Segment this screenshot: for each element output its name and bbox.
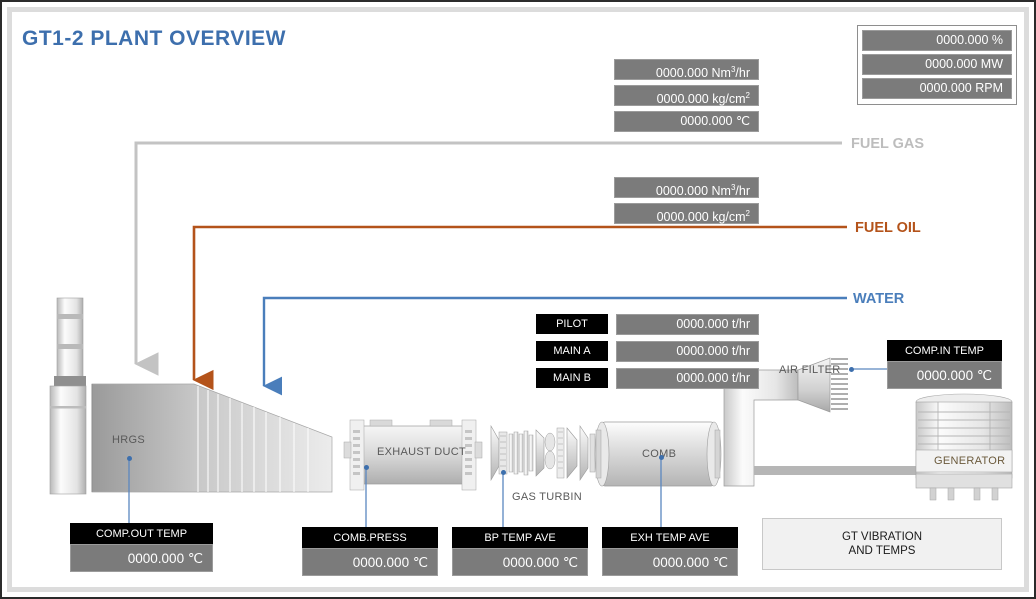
comp-out-temp-caption: COMP.OUT TEMP xyxy=(70,523,213,544)
bp-temp-ave-value: 0000.000 ℃ xyxy=(452,548,588,576)
comp-out-temp-value: 0000.000 ℃ xyxy=(70,544,213,572)
comb-tap-dot xyxy=(659,455,664,460)
meter-bp-temp-ave: BP TEMP AVE 0000.000 ℃ xyxy=(452,527,588,576)
exh-temp-ave-caption: EXH TEMP AVE xyxy=(602,527,738,548)
exh-temp-ave-value: 0000.000 ℃ xyxy=(602,548,738,576)
burner-pilot-value: 0000.000 t/hr xyxy=(616,314,759,335)
burner-pilot-label: PILOT xyxy=(536,314,608,334)
fuel-gas-flow-value: 0000.000 Nm3/hr xyxy=(614,59,759,80)
burner-main-b-label: MAIN B xyxy=(536,368,608,388)
fuel-gas-pressure-value: 0000.000 kg/cm2 xyxy=(614,85,759,106)
burner-main-a-label: MAIN A xyxy=(536,341,608,361)
meter-exh-temp-ave: EXH TEMP AVE 0000.000 ℃ xyxy=(602,527,738,576)
diagram-canvas: GT1-2 PLANT OVERVIEW 0000.000 % 0000.000… xyxy=(2,2,1036,599)
fuel-gas-temp-value: 0000.000 ℃ xyxy=(614,111,759,132)
gas-turbine-label: GAS TURBIN xyxy=(512,491,583,503)
plant-overview-window: GT1-2 PLANT OVERVIEW 0000.000 % 0000.000… xyxy=(0,0,1036,599)
comp-in-temp-caption: COMP.IN TEMP xyxy=(887,340,1002,361)
generator-label: GENERATOR xyxy=(934,455,1006,467)
fuel-gas-label: FUEL GAS xyxy=(851,136,925,152)
hrgs-label: HRGS xyxy=(112,434,145,446)
fuel-oil-label: FUEL OIL xyxy=(855,220,921,236)
comb-press-value: 0000.000 ℃ xyxy=(302,548,438,576)
air-filter-tap-dot xyxy=(849,367,854,372)
exhaust-duct-tap-dot xyxy=(364,465,369,470)
exhaust-stack xyxy=(49,297,87,495)
comp-in-temp-value: 0000.000 ℃ xyxy=(887,361,1002,389)
water-label: WATER xyxy=(853,291,905,307)
burner-main-a-value: 0000.000 t/hr xyxy=(616,341,759,362)
gas-turbine-unit xyxy=(490,424,596,482)
comb-press-caption: COMB.PRESS xyxy=(302,527,438,548)
gas-turbine-tap-dot xyxy=(501,470,506,475)
generator-unit xyxy=(915,393,1013,501)
fuel-oil-flow-value: 0000.000 Nm3/hr xyxy=(614,177,759,198)
air-filter-label: AIR FILTER xyxy=(779,364,841,376)
fuel-oil-pressure-value: 0000.000 kg/cm2 xyxy=(614,203,759,224)
gt-vibration-and-temps-button[interactable]: GT VIBRATION AND TEMPS xyxy=(762,518,1002,570)
bp-temp-ave-caption: BP TEMP AVE xyxy=(452,527,588,548)
meter-comp-in-temp: COMP.IN TEMP 0000.000 ℃ xyxy=(887,340,1002,389)
burner-main-b-value: 0000.000 t/hr xyxy=(616,368,759,389)
meter-comb-press: COMB.PRESS 0000.000 ℃ xyxy=(302,527,438,576)
meter-comp-out-temp: COMP.OUT TEMP 0000.000 ℃ xyxy=(70,523,213,572)
hrgs-tap-dot xyxy=(127,456,132,461)
exhaust-duct-label: EXHAUST DUCT xyxy=(377,446,466,458)
